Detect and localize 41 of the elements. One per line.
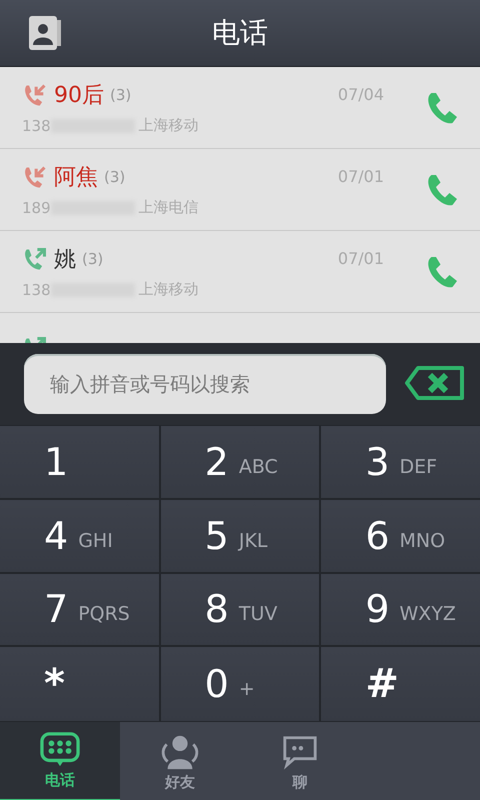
dial-key[interactable]: # [321, 647, 480, 721]
dial-key[interactable]: 3 DEF [321, 426, 480, 498]
dial-key[interactable]: 2 ABC [160, 426, 320, 498]
call-count: (3) [110, 86, 132, 104]
nav-tab[interactable]: 聊 [240, 722, 360, 800]
call-date: 07/01 [338, 249, 384, 268]
call-date: 07/01 [338, 167, 384, 186]
call-log-row[interactable]: 90后 (3) 138 上海移动 07/04 [0, 67, 480, 149]
screen-title: 电话 [212, 15, 268, 51]
dial-key[interactable]: * [0, 647, 159, 721]
dial-key[interactable]: 6 MNO [321, 500, 480, 572]
missed-call-icon [22, 164, 48, 190]
phone-number-prefix: 189 [22, 198, 51, 216]
contacts-book-icon[interactable] [28, 15, 62, 51]
contact-name: 姚 [54, 246, 76, 274]
dial-key[interactable]: 8 TUV [160, 574, 320, 646]
missed-call-icon [22, 82, 48, 108]
dial-key[interactable]: 9 WXYZ [321, 574, 480, 646]
carrier-label: 上海电信 [138, 198, 199, 217]
contact-name: 90后 [54, 82, 104, 110]
nav-tab[interactable]: 好友 [120, 722, 240, 800]
phone-number-prefix: 138 [22, 116, 51, 134]
carrier-label: 上海移动 [138, 280, 199, 299]
contact-name: 阿焦 [54, 164, 98, 192]
dialpad-icon [38, 731, 82, 769]
dial-key[interactable]: 4 GHI [0, 500, 159, 572]
search-field[interactable]: 输入拼音或号码以搜索 [24, 354, 386, 414]
carrier-label: 上海移动 [138, 116, 199, 135]
call-log-row[interactable]: 姚 (3) 138 上海移动 07/01 [0, 231, 480, 313]
outgoing-call-icon [22, 246, 48, 272]
dial-key[interactable]: 0 + [160, 647, 320, 721]
call-count: (3) [82, 250, 104, 268]
call-log-row[interactable]: 阿焦 (3) 189 上海电信 07/01 [0, 149, 480, 231]
dial-key[interactable]: 5 JKL [160, 500, 320, 572]
dial-key[interactable]: 1 [0, 426, 159, 498]
call-date: 07/04 [338, 85, 384, 104]
dial-key[interactable]: 7 PQRS [0, 574, 159, 646]
backspace-icon [404, 364, 466, 400]
call-count: (3) [104, 168, 126, 186]
nav-tab[interactable]: 电话 [0, 722, 120, 800]
phone-number-prefix: 138 [22, 280, 51, 298]
